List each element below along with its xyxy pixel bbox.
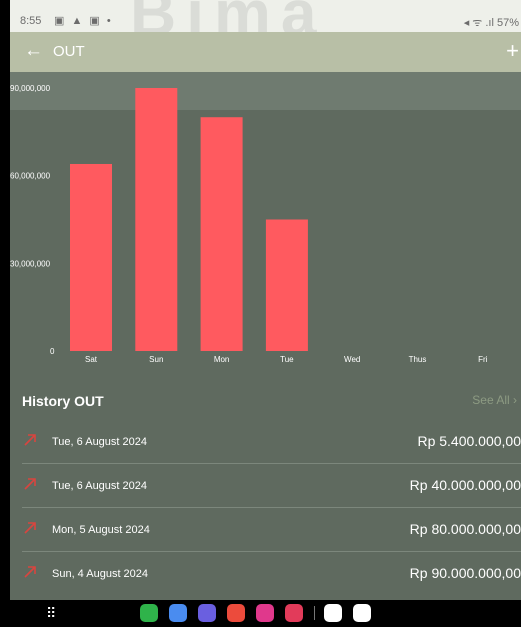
camera-app-icon[interactable] [285, 604, 303, 622]
history-amount: Rp 40.000.000,00 [409, 477, 521, 493]
history-row[interactable]: Sun, 4 August 2024 Rp 90.000.000,00 [22, 552, 521, 595]
history-list: Tue, 6 August 2024 Rp 5.400.000,00 Tue, … [10, 420, 521, 595]
bar-tue [265, 219, 308, 351]
app-grid-icon[interactable]: ⠿ [46, 605, 56, 622]
play-store-icon[interactable] [324, 604, 342, 622]
bar-mon [200, 117, 243, 351]
notes-app-icon[interactable] [227, 604, 245, 622]
arrow-up-right-icon [24, 566, 36, 578]
status-right-icons: ◂ ᯤ .ıl 57% [463, 17, 519, 29]
dock-separator [314, 606, 315, 620]
bar-sat [70, 163, 112, 351]
history-title: History OUT [22, 393, 104, 409]
x-tick-label: Thus [409, 355, 427, 364]
history-amount: Rp 5.400.000,00 [417, 433, 521, 449]
history-date: Tue, 6 August 2024 [52, 480, 147, 492]
history-amount: Rp 80.000.000,00 [409, 521, 521, 537]
arrow-up-right-icon [24, 522, 36, 534]
y-tick-label: 90,000,000 [10, 84, 51, 93]
plus-icon[interactable]: + [506, 38, 519, 64]
bar-sun [135, 88, 178, 351]
x-tick-label: Sat [85, 355, 98, 364]
x-tick-label: Sun [149, 355, 163, 364]
chart-svg: 0 30,000,000 60,000,000 90,000,000 Sat Sun Mon… [10, 84, 488, 364]
out-bar-chart: 0 30,000,000 60,000,000 90,000,000 Sat Sun Mon… [10, 72, 521, 372]
see-all-link[interactable]: See All › [472, 393, 517, 407]
history-row[interactable]: Mon, 5 August 2024 Rp 80.000.000,00 [22, 508, 521, 552]
gmail-icon[interactable] [353, 604, 371, 622]
app-bar: ← OUT + [10, 32, 521, 72]
y-tick-label: 60,000,000 [10, 172, 51, 181]
see-all-label: See All [472, 393, 510, 407]
x-tick-label: Tue [280, 355, 294, 364]
x-tick-label: Mon [214, 355, 230, 364]
arrow-up-right-icon [24, 434, 36, 446]
app-screen: 8:55 ▣ ▲ ▣ • ◂ ᯤ .ıl 57% Bima ← OUT + 0 3… [10, 0, 521, 627]
navigation-bar: ⠿ [10, 600, 521, 627]
notification-icons: ▣ ▲ ▣ • [54, 15, 113, 27]
history-amount: Rp 90.000.000,00 [409, 565, 521, 581]
history-header: History OUT See All › [10, 385, 521, 415]
phone-app-icon[interactable] [140, 604, 158, 622]
history-date: Tue, 6 August 2024 [52, 436, 147, 448]
page-title: OUT [53, 43, 85, 60]
messages-app-icon[interactable] [169, 604, 187, 622]
arrow-up-right-icon [24, 478, 36, 490]
y-tick-label: 30,000,000 [10, 259, 51, 268]
history-row[interactable]: Tue, 6 August 2024 Rp 5.400.000,00 [22, 420, 521, 464]
y-tick-label: 0 [50, 347, 55, 356]
history-date: Mon, 5 August 2024 [52, 524, 150, 536]
history-row[interactable]: Tue, 6 August 2024 Rp 40.000.000,00 [22, 464, 521, 508]
status-time: 8:55 [20, 15, 42, 27]
internet-app-icon[interactable] [198, 604, 216, 622]
x-tick-label: Fri [478, 355, 488, 364]
flower-app-icon[interactable] [256, 604, 274, 622]
history-date: Sun, 4 August 2024 [52, 568, 149, 580]
chevron-right-icon: › [513, 393, 517, 407]
status-bar: 8:55 ▣ ▲ ▣ • ◂ ᯤ .ıl 57% Bima [10, 0, 521, 49]
arrow-left-icon[interactable]: ← [24, 40, 43, 62]
app-dock [140, 604, 382, 622]
x-tick-label: Wed [344, 355, 360, 364]
